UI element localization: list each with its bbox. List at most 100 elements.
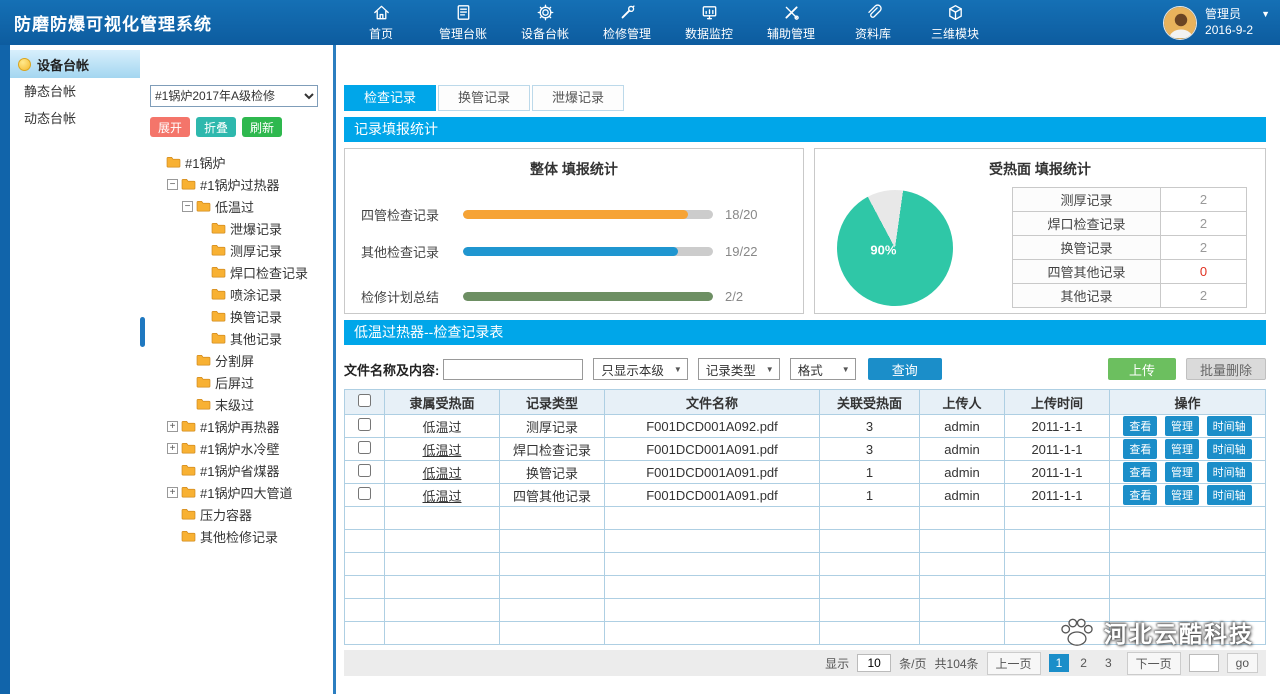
tree-node[interactable]: 分割屏 xyxy=(150,349,327,371)
select-all-checkbox[interactable] xyxy=(358,394,371,407)
tree-node[interactable]: 换管记录 xyxy=(150,305,327,327)
records-table: 隶属受热面 记录类型 文件名称 关联受热面 上传人 上传时间 操作 低温过 xyxy=(344,389,1266,645)
tree-node[interactable]: #1锅炉 xyxy=(150,151,327,173)
tree-scrollbar-thumb[interactable] xyxy=(140,317,145,347)
per-page-input[interactable] xyxy=(857,654,891,672)
expand-toggle-icon[interactable]: − xyxy=(182,201,193,212)
cell-surface[interactable]: 低温过 xyxy=(385,415,500,438)
record-tab[interactable]: 检查记录 xyxy=(344,85,436,111)
manage-button[interactable]: 管理 xyxy=(1165,416,1199,436)
cell-type: 换管记录 xyxy=(500,461,605,484)
page-number-button[interactable]: 3 xyxy=(1098,654,1119,672)
tree-node[interactable]: 测厚记录 xyxy=(150,239,327,261)
folder-icon xyxy=(211,222,226,234)
sidebar-item-static-ledger[interactable]: 静态台帐 xyxy=(10,78,140,105)
cell-surface[interactable]: 低温过 xyxy=(385,438,500,461)
progress-row: 四管检查记录 18/20 xyxy=(361,205,791,224)
view-button[interactable]: 查看 xyxy=(1123,485,1157,505)
nav-item-library[interactable]: 资料库 xyxy=(844,3,902,42)
progress-value: 2/2 xyxy=(725,289,743,304)
cell-surface[interactable]: 低温过 xyxy=(385,461,500,484)
tree-node[interactable]: − 低温过 xyxy=(150,195,327,217)
row-checkbox[interactable] xyxy=(358,418,371,431)
tree-node[interactable]: + #1锅炉四大管道 xyxy=(150,481,327,503)
record-row: 低温过 四管其他记录 F001DCD001A091.pdf 1 admin 20… xyxy=(345,484,1266,507)
timeline-button[interactable]: 时间轴 xyxy=(1207,462,1252,482)
tree-node[interactable]: 压力容器 xyxy=(150,503,327,525)
manage-button[interactable]: 管理 xyxy=(1165,439,1199,459)
chevron-down-icon: ▼ xyxy=(766,365,774,374)
folder-icon xyxy=(211,266,226,278)
expand-toggle-icon[interactable]: + xyxy=(167,421,178,432)
chevron-down-icon[interactable]: ▼ xyxy=(1261,9,1270,19)
main-content: 检查记录 换管记录 泄爆记录 记录填报统计 整体 填报统计 四管检查记录 xyxy=(336,45,1280,694)
cell-related: 1 xyxy=(820,461,920,484)
cell-uploader: admin xyxy=(920,484,1005,507)
row-checkbox[interactable] xyxy=(358,487,371,500)
timeline-button[interactable]: 时间轴 xyxy=(1207,485,1252,505)
nav-item-3d-module[interactable]: 三维模块 xyxy=(926,3,984,42)
nav-item-home[interactable]: 首页 xyxy=(352,3,410,42)
folder-icon xyxy=(181,442,196,454)
tree-node[interactable]: 其他检修记录 xyxy=(150,525,327,547)
expand-toggle-icon[interactable]: + xyxy=(167,487,178,498)
nav-item-ledger[interactable]: 管理台账 xyxy=(434,3,492,42)
view-button[interactable]: 查看 xyxy=(1123,462,1157,482)
user-menu[interactable]: 管理员 2016-9-2 ▼ xyxy=(1163,6,1270,40)
tree-node[interactable]: 喷涂记录 xyxy=(150,283,327,305)
batch-delete-button[interactable]: 批量删除 xyxy=(1186,358,1266,380)
prev-page-button[interactable]: 上一页 xyxy=(987,652,1041,675)
heating-surface-count: 2 xyxy=(1161,212,1247,236)
show-label: 显示 xyxy=(825,655,849,672)
tree-node[interactable]: 泄爆记录 xyxy=(150,217,327,239)
tree-toolbar-button[interactable]: 展开 xyxy=(150,117,190,137)
heating-surface-label: 测厚记录 xyxy=(1013,188,1161,212)
view-button[interactable]: 查看 xyxy=(1123,439,1157,459)
timeline-button[interactable]: 时间轴 xyxy=(1207,439,1252,459)
manage-button[interactable]: 管理 xyxy=(1165,485,1199,505)
sidebar-item-equipment-ledger[interactable]: 设备台帐 xyxy=(10,50,140,78)
format-select[interactable]: 格式 ▼ xyxy=(790,358,856,380)
record-tab[interactable]: 换管记录 xyxy=(438,85,530,111)
sidebar-item-dynamic-ledger[interactable]: 动态台帐 xyxy=(10,105,140,132)
tree-toolbar-button[interactable]: 刷新 xyxy=(242,117,282,137)
search-input[interactable] xyxy=(443,359,583,380)
tree-node[interactable]: − #1锅炉过热器 xyxy=(150,173,327,195)
nav-item-maintenance[interactable]: 检修管理 xyxy=(598,3,656,42)
cell-type: 四管其他记录 xyxy=(500,484,605,507)
tree-node[interactable]: 焊口检查记录 xyxy=(150,261,327,283)
tree-node[interactable]: 后屏过 xyxy=(150,371,327,393)
tree-node[interactable]: #1锅炉省煤器 xyxy=(150,459,327,481)
tree-node[interactable]: + #1锅炉水冷壁 xyxy=(150,437,327,459)
next-page-button[interactable]: 下一页 xyxy=(1127,652,1181,675)
query-button[interactable]: 查询 xyxy=(868,358,942,380)
tree-node[interactable]: 其他记录 xyxy=(150,327,327,349)
cell-type: 测厚记录 xyxy=(500,415,605,438)
goto-page-input[interactable] xyxy=(1189,654,1219,672)
expand-toggle-icon[interactable]: − xyxy=(167,179,178,190)
page-number-button[interactable]: 2 xyxy=(1073,654,1094,672)
record-type-select[interactable]: 记录类型 ▼ xyxy=(698,358,780,380)
inspection-plan-select[interactable]: #1锅炉2017年A级检修 xyxy=(150,85,318,107)
nav-item-data-monitor[interactable]: 数据监控 xyxy=(680,3,738,42)
nav-item-equipment[interactable]: 设备台帐 xyxy=(516,3,574,42)
page-number-button[interactable]: 1 xyxy=(1049,654,1070,672)
folder-icon xyxy=(211,244,226,256)
go-button[interactable]: go xyxy=(1227,653,1258,673)
tree-node[interactable]: + #1锅炉再热器 xyxy=(150,415,327,437)
timeline-button[interactable]: 时间轴 xyxy=(1207,416,1252,436)
folder-icon xyxy=(181,464,196,476)
view-button[interactable]: 查看 xyxy=(1123,416,1157,436)
tree-toolbar-button[interactable]: 折叠 xyxy=(196,117,236,137)
manage-button[interactable]: 管理 xyxy=(1165,462,1199,482)
expand-toggle-icon[interactable]: + xyxy=(167,443,178,454)
scope-select[interactable]: 只显示本级 ▼ xyxy=(593,358,687,380)
tree-node[interactable]: 末级过 xyxy=(150,393,327,415)
record-tab[interactable]: 泄爆记录 xyxy=(532,85,624,111)
row-checkbox[interactable] xyxy=(358,441,371,454)
heating-surface-count: 0 xyxy=(1161,260,1247,284)
nav-item-assist[interactable]: 辅助管理 xyxy=(762,3,820,42)
cell-surface[interactable]: 低温过 xyxy=(385,484,500,507)
row-checkbox[interactable] xyxy=(358,464,371,477)
upload-button[interactable]: 上传 xyxy=(1108,358,1176,380)
